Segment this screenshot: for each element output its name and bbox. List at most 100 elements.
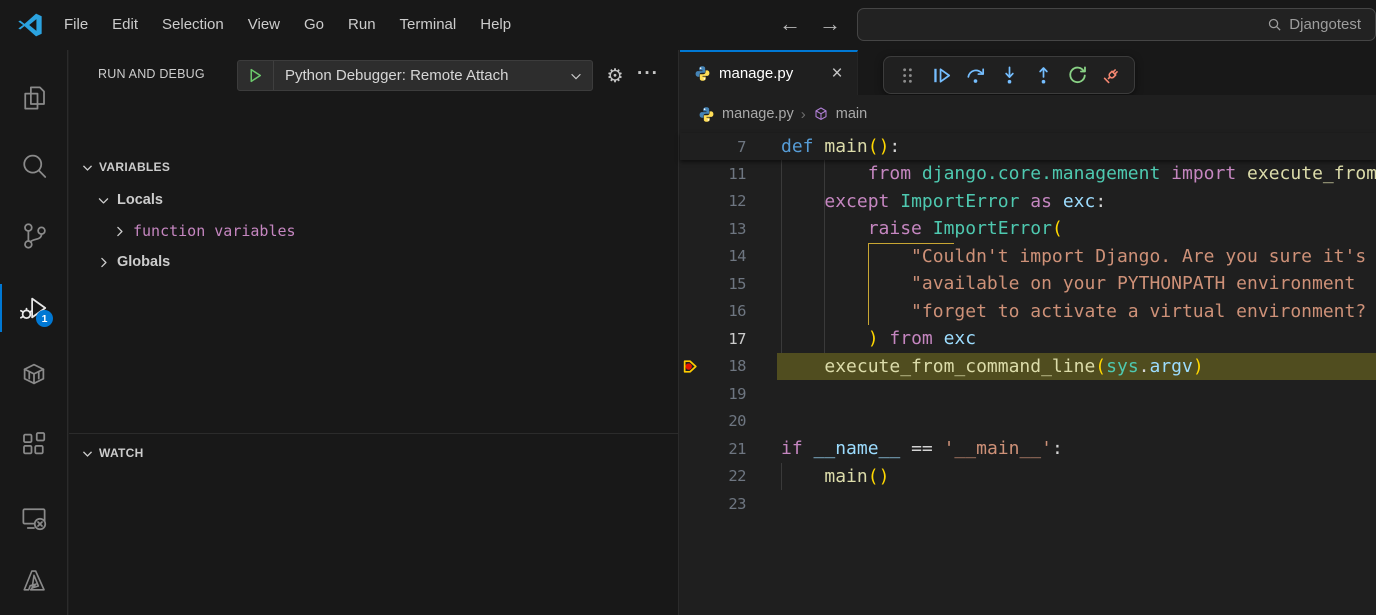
line-number: 23 xyxy=(700,495,746,513)
tree-item-function-variables[interactable]: function variables xyxy=(69,217,679,245)
code-editor[interactable]: 7 def main(): 11 from django.core.manage… xyxy=(680,133,1376,615)
activity-containers[interactable] xyxy=(0,348,68,400)
code-line-12[interactable]: 12 except ImportError as exc: xyxy=(680,188,1376,216)
code-line-22[interactable]: 22 main() xyxy=(680,463,1376,491)
gutter[interactable] xyxy=(680,243,700,271)
debug-step-out-button[interactable] xyxy=(1026,58,1060,92)
extensions-icon xyxy=(19,429,49,459)
code-line-13[interactable]: 13 raise ImportError( xyxy=(680,215,1376,243)
source-control-icon xyxy=(19,221,49,251)
sticky-code-line[interactable]: 7 def main(): xyxy=(680,133,1376,160)
menu-go[interactable]: Go xyxy=(292,0,336,50)
chevron-down-icon xyxy=(95,194,111,207)
debug-config-label: Python Debugger: Remote Attach xyxy=(274,67,567,84)
python-icon xyxy=(694,65,711,82)
line-number: 11 xyxy=(700,165,746,183)
activity-remote-explorer[interactable] xyxy=(0,492,68,544)
line-number: 14 xyxy=(700,247,746,265)
debug-restart-button[interactable] xyxy=(1060,58,1094,92)
code-line-23[interactable]: 23 xyxy=(680,490,1376,518)
more-actions-icon[interactable]: ··· xyxy=(632,58,664,90)
code-line-17[interactable]: 17 ) from exc xyxy=(680,325,1376,353)
breadcrumb-item[interactable]: manage.py xyxy=(722,106,794,122)
tree-item-globals[interactable]: Globals xyxy=(69,248,679,276)
forward-arrow-button[interactable]: → xyxy=(815,0,845,50)
line-number: 15 xyxy=(700,275,746,293)
start-debug-button[interactable] xyxy=(238,61,274,90)
line-number: 18 xyxy=(700,357,746,375)
gutter[interactable] xyxy=(680,490,700,518)
gutter[interactable] xyxy=(680,435,700,463)
gutter[interactable] xyxy=(680,408,700,436)
gutter[interactable] xyxy=(680,298,700,326)
tree-item-locals[interactable]: Locals xyxy=(69,186,679,214)
code-line-text: raise ImportError( xyxy=(746,218,1063,239)
gutter[interactable] xyxy=(680,133,700,161)
activity-extensions[interactable] xyxy=(0,418,68,470)
code-line-text: execute_from_command_line(sys.argv) xyxy=(746,356,1204,377)
code-line-text: def main(): xyxy=(746,136,900,157)
gear-icon[interactable]: ⚙ xyxy=(599,60,631,92)
gutter[interactable] xyxy=(680,270,700,298)
activity-azure[interactable] xyxy=(0,555,68,607)
debug-step-into-button[interactable] xyxy=(992,58,1026,92)
debug-config-dropdown[interactable]: Python Debugger: Remote Attach xyxy=(237,60,593,91)
bracket-guide xyxy=(868,243,954,245)
gutter[interactable] xyxy=(680,188,700,216)
menu-selection[interactable]: Selection xyxy=(150,0,236,50)
code-line-16[interactable]: 16 "forget to activate a virtual environ… xyxy=(680,298,1376,326)
code-line-15[interactable]: 15 "available on your PYTHONPATH environ… xyxy=(680,270,1376,298)
back-arrow-button[interactable]: ← xyxy=(775,0,805,50)
close-icon[interactable]: × xyxy=(827,64,847,83)
chevron-down-icon xyxy=(79,161,95,174)
menu-file[interactable]: File xyxy=(52,0,100,50)
activity-explorer[interactable] xyxy=(0,72,68,124)
bracket-guide xyxy=(868,243,870,326)
run-and-debug-sidebar: RUN AND DEBUG Python Debugger: Remote At… xyxy=(69,50,679,615)
step-over-icon xyxy=(964,64,987,87)
activity-run-and-debug[interactable]: 1 xyxy=(0,282,68,334)
line-number: 19 xyxy=(700,385,746,403)
step-out-icon xyxy=(1032,64,1055,87)
code-line-14[interactable]: 14 "Couldn't import Django. Are you sure… xyxy=(680,243,1376,271)
gutter[interactable] xyxy=(680,215,700,243)
title-bar: FileEditSelectionViewGoRunTerminalHelp ←… xyxy=(0,0,1376,50)
code-line-21[interactable]: 21 if __name__ == '__main__': xyxy=(680,435,1376,463)
menu-view[interactable]: View xyxy=(236,0,292,50)
menu-edit[interactable]: Edit xyxy=(100,0,150,50)
menu-help[interactable]: Help xyxy=(468,0,523,50)
code-line-text: main() xyxy=(746,466,889,487)
watch-section-header[interactable]: WATCH xyxy=(69,440,679,466)
code-line-18[interactable]: 18 execute_from_command_line(sys.argv) xyxy=(680,353,1376,381)
indent-guide xyxy=(781,160,782,353)
variables-section-header[interactable]: VARIABLES xyxy=(69,154,679,180)
drag-handle-icon xyxy=(896,64,919,87)
gutter[interactable] xyxy=(680,325,700,353)
activity-bar: 1 xyxy=(0,50,68,615)
gutter[interactable] xyxy=(680,463,700,491)
menu-terminal[interactable]: Terminal xyxy=(388,0,469,50)
debug-step-over-button[interactable] xyxy=(958,58,992,92)
code-line-11[interactable]: 11 from django.core.management import ex… xyxy=(680,160,1376,188)
code-line-text: except ImportError as exc: xyxy=(746,191,1106,212)
code-line-19[interactable]: 19 xyxy=(680,380,1376,408)
debug-continue-button[interactable] xyxy=(924,58,958,92)
activity-source-control[interactable] xyxy=(0,210,68,262)
gutter[interactable] xyxy=(680,380,700,408)
activity-search[interactable] xyxy=(0,140,68,192)
breadcrumb-item[interactable]: main xyxy=(836,106,867,122)
restart-icon xyxy=(1066,64,1089,87)
command-center-text: Djangotest xyxy=(1289,16,1361,33)
menu-run[interactable]: Run xyxy=(336,0,388,50)
sidebar-title: RUN AND DEBUG xyxy=(98,67,205,81)
gutter[interactable] xyxy=(680,160,700,188)
tab-manage-py[interactable]: manage.py × xyxy=(680,50,858,95)
azure-icon xyxy=(19,566,49,596)
code-line-20[interactable]: 20 xyxy=(680,408,1376,436)
line-number: 16 xyxy=(700,302,746,320)
breakpoint-current-line-icon[interactable] xyxy=(680,353,700,381)
command-center-search[interactable]: Djangotest xyxy=(857,8,1376,41)
code-line-text: "Couldn't import Django. Are you sure it… xyxy=(746,246,1366,267)
debug-drag-handle-button[interactable] xyxy=(890,58,924,92)
debug-disconnect-button[interactable] xyxy=(1094,58,1128,92)
